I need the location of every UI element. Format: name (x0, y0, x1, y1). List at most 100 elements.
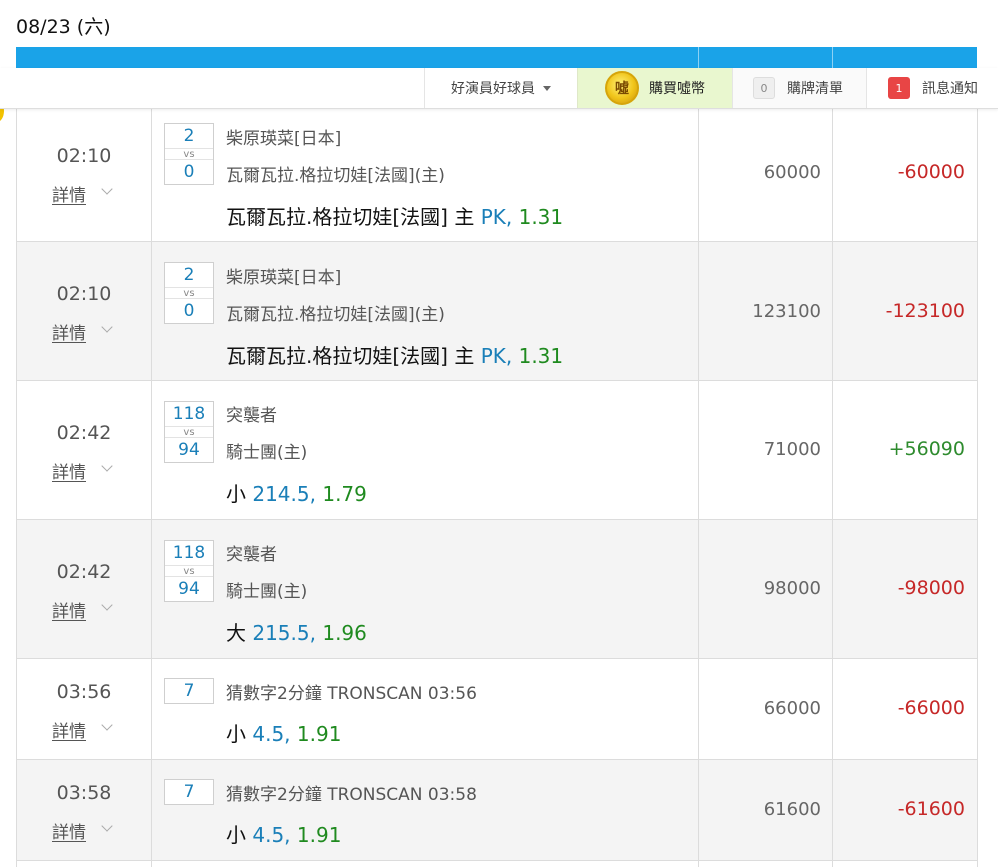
bet-line: 4.5, (252, 722, 291, 746)
score-away: 94 (178, 440, 200, 460)
header-divider (832, 47, 833, 69)
bet-line: PK, (480, 205, 513, 229)
cart-label: 購牌清單 (787, 81, 843, 97)
bet-selection: 瓦爾瓦拉.格拉切娃[法國] 主 PK, 1.31 (226, 201, 563, 230)
bet-time: 02:42 (56, 561, 112, 583)
result-amount: -61600 (897, 798, 965, 820)
detail-link[interactable]: 詳情 (52, 181, 86, 206)
score-value: 7 (183, 782, 195, 802)
bet-line: 214.5, (252, 482, 316, 506)
table-row: 02:42 詳情 118 vs 94 突襲者 騎士團(主) 大 215.5, 1… (16, 520, 978, 659)
detail-link[interactable]: 詳情 (52, 458, 86, 483)
score-box: 2 vs 0 (164, 123, 214, 185)
team-b: 騎士團(主) (226, 443, 308, 463)
score-away: 0 (183, 162, 195, 182)
team-b: 騎士團(主) (226, 582, 308, 602)
table-row: 03:56 詳情 7 猜數字2分鐘 TRONSCAN 03:56 小 4.5, … (16, 659, 978, 760)
chevron-down-icon[interactable] (101, 183, 113, 195)
result-amount: -66000 (897, 697, 965, 719)
score-home: 2 (183, 265, 195, 285)
user-menu[interactable]: 好演員好球員 (424, 68, 577, 108)
chevron-down-icon[interactable] (101, 460, 113, 472)
bet-odds: 1.91 (290, 722, 342, 746)
score-home: 2 (183, 126, 195, 146)
detail-link[interactable]: 詳情 (52, 319, 86, 344)
game-name: 猜數字2分鐘 TRONSCAN 03:58 (226, 785, 477, 805)
bet-selection: 小 214.5, 1.79 (226, 478, 367, 507)
top-navigation-bar: 好演員好球員 噓 購買噓幣 0 購牌清單 1 訊息通知 (0, 68, 998, 109)
bet-selection: 瓦爾瓦拉.格拉切娃[法國] 主 PK, 1.31 (226, 340, 563, 369)
bet-time: 03:58 (56, 782, 112, 804)
notification-count-badge: 1 (888, 77, 910, 99)
bet-time: 02:10 (56, 145, 112, 167)
bet-pick: 小 (226, 482, 253, 506)
header-divider (698, 47, 699, 69)
bet-line: 215.5, (252, 621, 316, 645)
detail-link[interactable]: 詳情 (52, 818, 86, 843)
bet-pick: 瓦爾瓦拉.格拉切娃[法國] 主 (226, 344, 481, 368)
bet-odds: 1.31 (512, 205, 564, 229)
buy-coin-button[interactable]: 噓 購買噓幣 (577, 68, 732, 108)
score-box: 2 vs 0 (164, 262, 214, 324)
bet-pick: 小 (226, 823, 253, 847)
bet-time: 02:10 (56, 283, 112, 305)
table-header-bar (16, 47, 977, 69)
bet-line: PK, (480, 344, 513, 368)
table-row: 03:58 詳情 7 猜數字2分鐘 TRONSCAN 03:58 小 4.5, … (16, 760, 978, 861)
notifications-label: 訊息通知 (922, 81, 978, 97)
bet-history-table: 02:10 詳情 2 vs 0 柴原瑛菜[日本] 瓦爾瓦拉.格拉切娃[法國](主… (16, 103, 978, 867)
score-box: 7 (164, 779, 214, 805)
caret-down-icon (543, 85, 551, 91)
bet-odds: 1.79 (315, 482, 367, 506)
score-home: 118 (172, 404, 206, 424)
table-row (16, 861, 978, 867)
bet-line: 4.5, (252, 823, 291, 847)
chevron-down-icon[interactable] (101, 321, 113, 333)
team-a: 突襲者 (226, 545, 277, 565)
bet-odds: 1.31 (512, 344, 564, 368)
user-name: 好演員好球員 (451, 81, 535, 97)
result-amount: -123100 (885, 300, 965, 322)
team-a: 突襲者 (226, 406, 277, 426)
detail-link[interactable]: 詳情 (52, 597, 86, 622)
score-home: 118 (172, 543, 206, 563)
team-b: 瓦爾瓦拉.格拉切娃[法國](主) (226, 166, 445, 186)
cart-count-badge: 0 (753, 77, 775, 99)
bet-time: 02:42 (56, 422, 112, 444)
detail-link[interactable]: 詳情 (52, 717, 86, 742)
bet-pick: 瓦爾瓦拉.格拉切娃[法國] 主 (226, 205, 481, 229)
score-value: 7 (183, 681, 195, 701)
bet-selection: 小 4.5, 1.91 (226, 819, 341, 848)
team-a: 柴原瑛菜[日本] (226, 268, 342, 288)
cart-button[interactable]: 0 購牌清單 (732, 68, 866, 108)
coin-icon: 噓 (605, 71, 639, 105)
table-row: 02:42 詳情 118 vs 94 突襲者 騎士團(主) 小 214.5, 1… (16, 381, 978, 520)
vs-label: vs (165, 426, 213, 438)
bet-odds: 1.91 (290, 823, 342, 847)
bet-selection: 小 4.5, 1.91 (226, 718, 341, 747)
stake-amount: 123100 (752, 301, 821, 322)
score-box: 7 (164, 678, 214, 704)
stake-amount: 71000 (763, 439, 821, 460)
vs-label: vs (165, 287, 213, 299)
bet-selection: 大 215.5, 1.96 (226, 617, 367, 646)
team-b: 瓦爾瓦拉.格拉切娃[法國](主) (226, 305, 445, 325)
table-row: 02:10 詳情 2 vs 0 柴原瑛菜[日本] 瓦爾瓦拉.格拉切娃[法國](主… (16, 103, 978, 242)
chevron-down-icon[interactable] (101, 820, 113, 832)
bet-pick: 大 (226, 621, 253, 645)
bet-pick: 小 (226, 722, 253, 746)
result-amount: -98000 (897, 577, 965, 599)
stake-amount: 66000 (763, 698, 821, 719)
vs-label: vs (165, 565, 213, 577)
chevron-down-icon[interactable] (101, 599, 113, 611)
buy-coin-label: 購買噓幣 (649, 81, 705, 97)
stake-amount: 61600 (763, 799, 821, 820)
stake-amount: 60000 (763, 162, 821, 183)
table-row: 02:10 詳情 2 vs 0 柴原瑛菜[日本] 瓦爾瓦拉.格拉切娃[法國](主… (16, 242, 978, 381)
chevron-down-icon[interactable] (101, 719, 113, 731)
score-away: 0 (183, 301, 195, 321)
vs-label: vs (165, 148, 213, 160)
date-heading: 08/23 (六) (16, 16, 111, 38)
result-amount: +56090 (888, 438, 965, 460)
notifications-button[interactable]: 1 訊息通知 (866, 68, 998, 108)
